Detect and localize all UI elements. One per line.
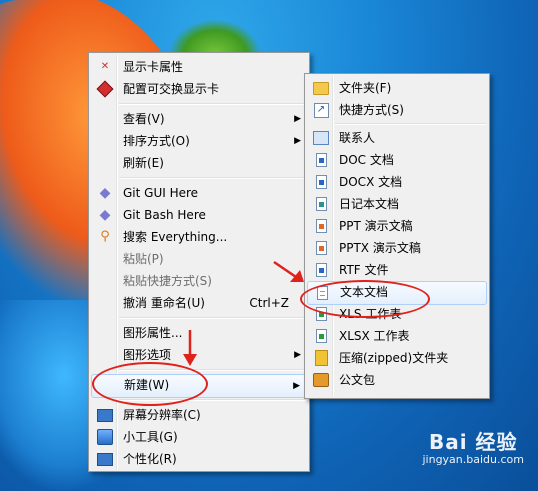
submenu-arrow-icon: ▶ bbox=[294, 114, 301, 124]
docx-icon bbox=[313, 174, 329, 190]
new-submenu-item-f[interactable]: 文件夹(F) bbox=[307, 77, 487, 99]
context-menu-separator bbox=[119, 317, 306, 319]
zip-folder-icon bbox=[313, 350, 329, 366]
new-submenu-item-zipped[interactable]: 压缩(zipped)文件夹 bbox=[307, 347, 487, 369]
context-menu-item-e[interactable]: 刷新(E) bbox=[91, 152, 307, 174]
new-submenu-item-entry-14[interactable]: 公文包 bbox=[307, 369, 487, 391]
new-submenu-item-label: DOCX 文档 bbox=[339, 175, 403, 189]
context-menu-item-label: 配置可交换显示卡 bbox=[123, 82, 220, 96]
ppt-icon bbox=[313, 218, 329, 234]
nvidia-icon: ✕ bbox=[100, 61, 110, 72]
context-menu-item-label: 撤消 重命名(U) bbox=[123, 296, 205, 310]
new-submenu-separator bbox=[335, 123, 486, 125]
context-menu-item-shortcut: Ctrl+Z bbox=[249, 296, 289, 310]
context-menu-item-label: 粘贴(P) bbox=[123, 252, 164, 266]
context-menu-item-g[interactable]: 小工具(G) bbox=[91, 426, 307, 448]
annotation-oval-new bbox=[92, 362, 208, 406]
context-menu-separator bbox=[119, 177, 306, 179]
context-menu-item-label: 个性化(R) bbox=[123, 452, 177, 466]
context-menu-item-c[interactable]: 屏幕分辨率(C) bbox=[91, 404, 307, 426]
context-menu-item-git-gui-here[interactable]: ◆ Git GUI Here bbox=[91, 182, 307, 204]
shortcut-icon: ↗ bbox=[313, 102, 329, 118]
watermark-brand: Bai 经验 bbox=[428, 430, 518, 454]
new-submenu-item-label: 日记本文档 bbox=[339, 197, 400, 211]
context-menu-separator bbox=[119, 103, 306, 105]
rtf-icon bbox=[313, 262, 329, 278]
new-submenu-item-label: 快捷方式(S) bbox=[339, 103, 404, 117]
new-submenu-item-label: 压缩(zipped)文件夹 bbox=[339, 351, 449, 365]
context-menu-item-r[interactable]: 个性化(R) bbox=[91, 448, 307, 470]
git-bash-icon: ◆ bbox=[99, 207, 111, 223]
new-submenu-item-ppt[interactable]: PPT 演示文稿 bbox=[307, 215, 487, 237]
new-submenu-item-entry-3[interactable]: 联系人 bbox=[307, 127, 487, 149]
context-menu-item-label: 粘贴快捷方式(S) bbox=[123, 274, 212, 288]
new-submenu-item-s[interactable]: ↗ 快捷方式(S) bbox=[307, 99, 487, 121]
context-menu-item-label: 查看(V) bbox=[123, 112, 165, 126]
submenu-arrow-icon: ▶ bbox=[294, 350, 301, 360]
annotation-arrow-right-icon bbox=[273, 260, 304, 282]
new-submenu-item-label: XLSX 工作表 bbox=[339, 329, 410, 343]
new-submenu-item-rtf[interactable]: RTF 文件 bbox=[307, 259, 487, 281]
new-submenu-item-label: PPT 演示文稿 bbox=[339, 219, 413, 233]
monitor-icon bbox=[97, 407, 113, 423]
new-submenu-item-doc[interactable]: DOC 文档 bbox=[307, 149, 487, 171]
context-menu-item-label: 刷新(E) bbox=[123, 156, 164, 170]
baidu-jingyan-watermark: Bai 经验 jingyan.baidu.com bbox=[422, 426, 524, 466]
new-submenu-item-label: PPTX 演示文稿 bbox=[339, 241, 421, 255]
new-submenu-item-docx[interactable]: DOCX 文档 bbox=[307, 171, 487, 193]
new-submenu-item-entry-6[interactable]: 日记本文档 bbox=[307, 193, 487, 215]
pptx-icon bbox=[313, 240, 329, 256]
context-menu-item-u[interactable]: 撤消 重命名(U) Ctrl+Z bbox=[91, 292, 307, 314]
new-submenu-item-label: 文件夹(F) bbox=[339, 81, 392, 95]
annotation-arrow-down-icon bbox=[183, 330, 197, 366]
gadget-icon bbox=[97, 429, 113, 445]
context-menu-item-label: 显示卡属性 bbox=[123, 60, 184, 74]
new-submenu: 文件夹(F) ↗ 快捷方式(S) 联系人 DOC 文档 DOCX 文档 日记本文档 PPT 演… bbox=[304, 73, 490, 399]
context-menu-item-label: Git Bash Here bbox=[123, 208, 206, 222]
context-menu-item-label: 小工具(G) bbox=[123, 430, 178, 444]
new-submenu-item-xlsx[interactable]: XLSX 工作表 bbox=[307, 325, 487, 347]
context-menu-item-label: Git GUI Here bbox=[123, 186, 199, 200]
context-menu-item-git-bash-here[interactable]: ◆ Git Bash Here bbox=[91, 204, 307, 226]
submenu-arrow-icon: ▶ bbox=[293, 381, 300, 391]
new-submenu-item-pptx[interactable]: PPTX 演示文稿 bbox=[307, 237, 487, 259]
context-menu-item-label: 搜索 Everything... bbox=[123, 230, 228, 244]
submenu-arrow-icon: ▶ bbox=[294, 136, 301, 146]
new-submenu-item-label: 联系人 bbox=[339, 131, 376, 145]
personalize-icon bbox=[97, 451, 113, 467]
search-icon: ⚲ bbox=[100, 229, 110, 244]
new-submenu-item-label: DOC 文档 bbox=[339, 153, 394, 167]
context-menu-item-o[interactable]: 排序方式(O) ▶ bbox=[91, 130, 307, 152]
new-submenu-item-label: RTF 文件 bbox=[339, 263, 389, 277]
context-menu-item-label: 屏幕分辨率(C) bbox=[123, 408, 201, 422]
git-gui-icon: ◆ bbox=[99, 185, 111, 201]
annotation-oval-text-document bbox=[300, 280, 430, 318]
watermark-url: jingyan.baidu.com bbox=[422, 453, 524, 466]
context-menu-item-everything[interactable]: ⚲ 搜索 Everything... bbox=[91, 226, 307, 248]
briefcase-icon bbox=[313, 372, 329, 388]
new-submenu-item-label: 公文包 bbox=[339, 373, 376, 387]
context-menu-item-label: 图形属性... bbox=[123, 326, 183, 340]
context-menu-item-entry-0[interactable]: ✕ 显示卡属性 bbox=[91, 56, 307, 78]
xlsx-icon bbox=[313, 328, 329, 344]
folder-icon bbox=[313, 80, 329, 96]
contact-icon bbox=[313, 130, 329, 146]
context-menu-item-label: 排序方式(O) bbox=[123, 134, 190, 148]
switchable-graphics-icon bbox=[96, 80, 114, 98]
doc-icon bbox=[313, 152, 329, 168]
journal-icon bbox=[313, 196, 329, 212]
context-menu-item-v[interactable]: 查看(V) ▶ bbox=[91, 108, 307, 130]
context-menu-item-entry-1[interactable]: 配置可交换显示卡 bbox=[91, 78, 307, 100]
